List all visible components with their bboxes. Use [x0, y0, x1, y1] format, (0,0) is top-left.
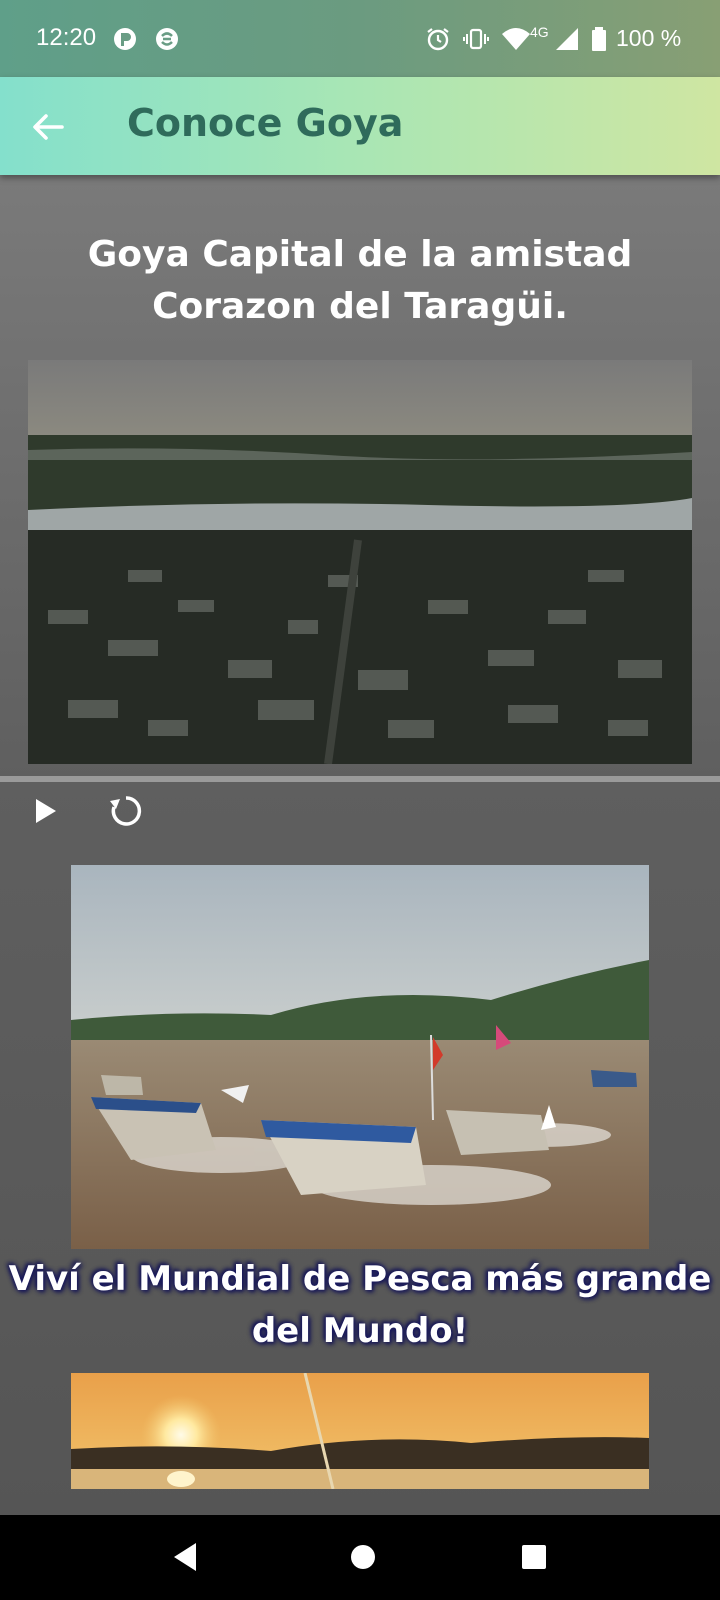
status-time: 12:20 — [36, 24, 97, 51]
sunset-photo — [71, 1373, 649, 1489]
vibrate-icon — [463, 28, 489, 50]
headline: Goya Capital de la amistad Corazon del T… — [87, 234, 633, 327]
progress-divider — [0, 776, 720, 782]
app-icon-2 — [156, 28, 178, 50]
signal-icon — [556, 28, 578, 50]
app-icon-1 — [114, 28, 136, 50]
system-nav-bar — [0, 1515, 720, 1600]
alarm-icon — [427, 28, 449, 51]
home-circle-icon[interactable] — [346, 1539, 380, 1575]
app-bar: Conoce Goya — [0, 77, 720, 175]
replay-icon[interactable] — [104, 789, 148, 833]
battery-icon — [592, 27, 606, 51]
network-type: 4G — [530, 24, 549, 40]
recents-square-icon[interactable] — [516, 1539, 550, 1575]
city-aerial-photo — [28, 360, 692, 764]
back-triangle-icon[interactable] — [168, 1539, 202, 1575]
boats-caption: Viví el Mundial de Pesca más grande del … — [8, 1259, 712, 1351]
wifi-icon — [502, 28, 530, 50]
page-title: Conoce Goya — [127, 101, 404, 145]
battery-level: 100 % — [616, 25, 682, 51]
play-icon[interactable] — [24, 789, 68, 833]
content-scroll[interactable]: Goya Capital de la amistad Corazon del T… — [0, 175, 720, 1515]
status-bar: 12:20 4G 100 % — [0, 0, 720, 77]
fishing-boats-photo — [71, 865, 649, 1249]
arrow-left-icon[interactable] — [28, 107, 68, 147]
